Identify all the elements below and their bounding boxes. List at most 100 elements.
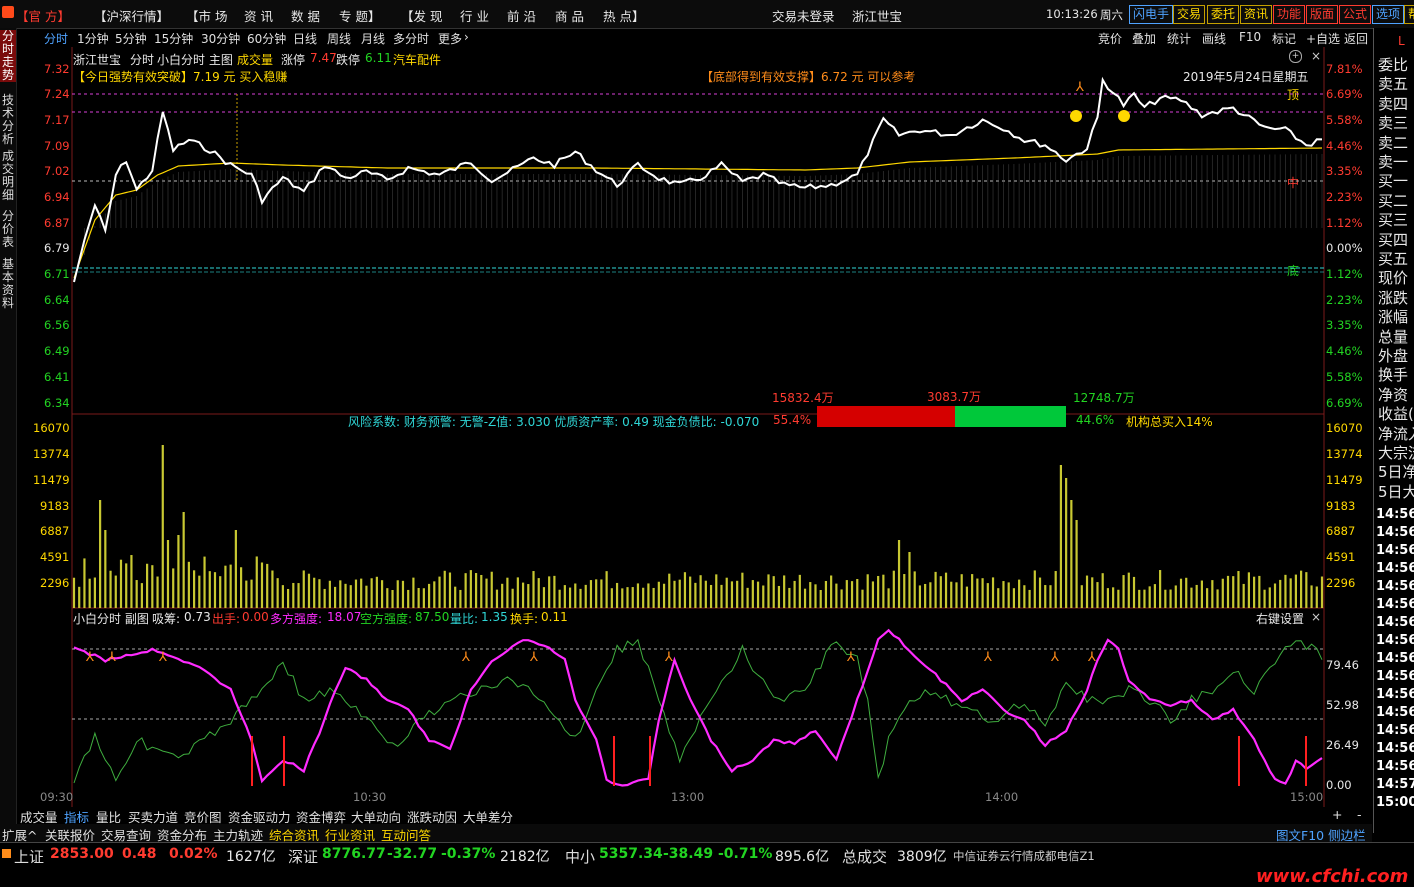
tool-tongji[interactable]: 统计 (1167, 30, 1191, 47)
panel-label: 买四 (1378, 230, 1409, 249)
period-60min[interactable]: 60分钟 (247, 30, 286, 47)
options-button[interactable]: 选项 (1372, 5, 1405, 24)
period-15min[interactable]: 15分钟 (154, 30, 193, 47)
price-tick: 6.49 (44, 344, 70, 358)
formula-button[interactable]: 公式 (1339, 5, 1372, 24)
menu-redian[interactable]: 热 点】 (603, 6, 644, 25)
panel-tick-time: 15:00 (1376, 795, 1414, 810)
panel-tick-time: 14:56 (1376, 687, 1414, 702)
vol-tick: 9183 (40, 499, 70, 513)
menu-hangye[interactable]: 行 业 (460, 6, 489, 25)
pct-tick: 5.58% (1326, 370, 1363, 384)
panel-tick-time: 14:56 (1376, 741, 1414, 756)
tool-jingjia[interactable]: 竞价 (1098, 30, 1122, 47)
panel-label: 现价 (1378, 269, 1409, 288)
panel-label: 卖一 (1378, 153, 1409, 171)
sub-close-icon[interactable]: × (1311, 610, 1321, 624)
buy-signal-icon: ⅄ (1075, 80, 1084, 95)
login-status[interactable]: 交易未登录 (772, 6, 835, 25)
zx-amount: 895.6亿 (775, 849, 830, 865)
tool-diejia[interactable]: 叠加 (1132, 30, 1156, 47)
time-tick: 10:30 (353, 790, 387, 804)
menu-qianyan[interactable]: 前 沿 (507, 6, 536, 25)
panel-tick-time: 14:56 (1376, 633, 1414, 648)
panel-label: 买二 (1378, 191, 1409, 210)
tab-fenshi[interactable]: 分时走势 (0, 30, 16, 82)
panel-label: 净资 (1378, 385, 1409, 404)
info-button[interactable]: 资讯 (1240, 5, 1273, 24)
menu-shichang[interactable]: 【市 场 (186, 6, 227, 25)
total-amount: 3809亿 (897, 849, 947, 865)
panel-tick-time: 14:56 (1376, 597, 1414, 612)
pct-tick: 0.00% (1326, 241, 1363, 255)
vol-tick: 16070 (33, 421, 70, 435)
period-monthly[interactable]: 月线 (361, 30, 385, 47)
sh-change: 0.48 (122, 846, 157, 862)
tab-jishu[interactable]: 技术分析 (0, 94, 16, 146)
panel-label: 总量 (1378, 327, 1409, 346)
tab-jiben[interactable]: 基本资料 (0, 258, 16, 310)
sub-title[interactable]: 小白分时 副图 (73, 610, 149, 627)
pct-tick: 2.23% (1326, 293, 1363, 307)
menu-faxian[interactable]: 【发 现 (401, 6, 442, 25)
panel-label: 卖五 (1378, 75, 1409, 94)
buy-signal-icon: ⅄ (529, 650, 538, 665)
menu-shangpin[interactable]: 商 品 (555, 6, 584, 25)
price-tick: 6.64 (44, 293, 70, 307)
vol-tick: 4591 (40, 550, 70, 564)
broker-server[interactable]: 中信证券云行情成都电信Z1 (953, 848, 1095, 864)
menu-zixun[interactable]: 资 讯 (244, 6, 273, 25)
menu-shuju[interactable]: 数 据 (291, 6, 320, 25)
sub-absorb-label: 吸筹: (152, 612, 181, 626)
period-daily[interactable]: 日线 (293, 30, 317, 47)
function-button[interactable]: 功能 (1273, 5, 1306, 24)
chart-zoom-icon[interactable]: + (1289, 50, 1302, 63)
menu-guanfang[interactable]: 【官 方】 (16, 6, 70, 25)
trade-button[interactable]: 交易 (1173, 5, 1206, 24)
panel-tick-time: 14:56 (1376, 507, 1414, 522)
layout-button[interactable]: 版面 (1306, 5, 1339, 24)
industry-label[interactable]: 汽车配件 (393, 51, 441, 68)
tool-biaoji[interactable]: 标记 (1272, 30, 1296, 47)
tool-huaxian[interactable]: 画线 (1202, 30, 1226, 47)
period-5min[interactable]: 5分钟 (115, 30, 147, 47)
period-weekly[interactable]: 周线 (327, 30, 351, 47)
menu-zhuanti[interactable]: 专 题】 (339, 6, 380, 25)
panel-label: 大宗流 (1378, 444, 1414, 462)
period-30min[interactable]: 30分钟 (201, 30, 240, 47)
entrust-button[interactable]: 委托 (1207, 5, 1240, 24)
main-figure-label[interactable]: 小白分时 主图 (157, 51, 233, 68)
intraday-chart[interactable]: ⅄ ⅄ ⅄ ⅄ ⅄ ⅄ ⅄ ⅄ ⅄ ⅄ ⅄ (0, 0, 1414, 886)
vol-tick: 4591 (1326, 550, 1356, 564)
remove-tab-button[interactable]: - (1357, 807, 1362, 822)
tool-f10[interactable]: F10 (1239, 30, 1261, 44)
panel-label: 买三 (1378, 211, 1409, 230)
tab-chengjiao[interactable]: 成交明细 (0, 150, 16, 202)
panel-label: 卖二 (1378, 133, 1409, 152)
period-more[interactable]: 更多 (438, 30, 462, 47)
tool-fanhui[interactable]: 返回 (1344, 30, 1368, 47)
chart-close-icon[interactable]: × (1311, 49, 1321, 63)
vol-tick: 16070 (1326, 421, 1363, 435)
period-1min[interactable]: 1分钟 (77, 30, 109, 47)
menu-hushen[interactable]: 【沪深行情】 (94, 6, 169, 25)
pct-tick: 4.46% (1326, 139, 1363, 153)
time-tick: 14:00 (985, 790, 1019, 804)
sub-settings[interactable]: 右键设置 (1256, 610, 1304, 627)
vol-tick: 9183 (1326, 499, 1356, 513)
site-watermark: www.cfchi.com (1256, 866, 1409, 887)
flash-trade-button[interactable]: 闪电手 (1129, 5, 1174, 24)
bear-strength-line (73, 638, 1323, 784)
help-button[interactable]: 帮 (1404, 5, 1414, 24)
panel-label: 卖四 (1378, 94, 1409, 113)
price-tick: 6.41 (44, 370, 70, 384)
tab-fenjia[interactable]: 分价表 (0, 210, 16, 249)
panel-tick-time: 14:56 (1376, 543, 1414, 558)
sub-out-value: 0.00 (242, 610, 269, 624)
tool-zixuan[interactable]: +自选 (1306, 30, 1340, 47)
extension-bar: 扩展^ 关联报价 交易查询 资金分布 主力轨迹 综合资讯 行业资讯 互动问答 图… (0, 824, 1372, 862)
add-tab-button[interactable]: + (1332, 807, 1342, 822)
period-multi[interactable]: 多分时 (393, 30, 429, 47)
chevron-right-icon[interactable]: › (464, 30, 469, 44)
period-fenshi[interactable]: 分时 (44, 30, 68, 47)
